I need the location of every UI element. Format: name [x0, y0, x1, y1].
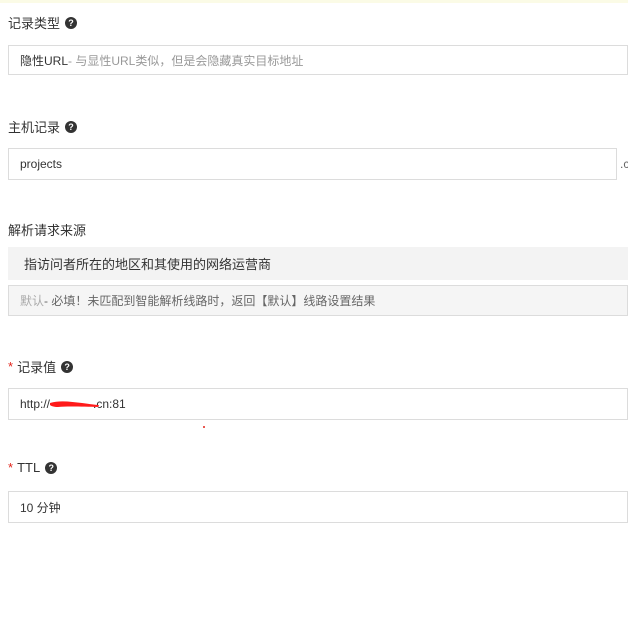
host-record-input[interactable]: projects: [8, 148, 617, 180]
record-type-value: 隐性URL: [20, 53, 69, 68]
record-value-label-text: 记录值: [17, 360, 57, 375]
top-strip: [0, 0, 628, 3]
help-icon[interactable]: ?: [65, 16, 78, 29]
resolve-source-value: 默认: [20, 294, 45, 308]
redaction-scribble: [50, 401, 99, 407]
help-icon[interactable]: ?: [61, 360, 74, 373]
record-type-select[interactable]: 隐性URL - 与显性URL类似，但是会隐藏真实目标地址: [8, 45, 628, 75]
host-record-label: 主机记录 ?: [8, 117, 78, 136]
host-record-label-text: 主机记录: [8, 120, 61, 135]
ttl-label-text: TTL: [17, 460, 41, 475]
resolve-source-label: 解析请求来源: [8, 220, 86, 239]
ttl-select[interactable]: 10 分钟: [8, 491, 628, 523]
record-type-description: - 与显性URL类似，但是会隐藏真实目标地址: [68, 53, 304, 68]
help-icon[interactable]: ?: [45, 461, 58, 474]
record-type-label-text: 记录类型: [8, 16, 61, 31]
resolve-source-label-text: 解析请求来源: [8, 223, 87, 238]
record-value-input[interactable]: http:// .cn:81: [8, 388, 628, 420]
record-value-label: * 记录值 ?: [8, 357, 74, 376]
red-dot: [203, 426, 205, 428]
resolve-source-hint-text: 指访问者所在的地区和其使用的网络运营商: [24, 257, 272, 272]
required-mark: *: [8, 359, 14, 374]
domain-suffix: .c: [620, 157, 628, 171]
required-mark: *: [8, 460, 14, 475]
help-icon[interactable]: ?: [65, 120, 78, 133]
record-value-prefix: http://: [20, 397, 51, 411]
resolve-source-hint: 指访问者所在的地区和其使用的网络运营商: [8, 247, 628, 280]
host-record-value: projects: [20, 157, 63, 171]
ttl-value: 10 分钟: [20, 500, 61, 515]
record-type-label: 记录类型 ?: [8, 13, 78, 32]
resolve-source-description: - 必填！未匹配到智能解析线路时，返回【默认】线路设置结果: [44, 294, 376, 308]
ttl-label: * TTL ?: [8, 460, 58, 475]
resolve-source-select[interactable]: 默认 - 必填！未匹配到智能解析线路时，返回【默认】线路设置结果: [8, 285, 628, 316]
